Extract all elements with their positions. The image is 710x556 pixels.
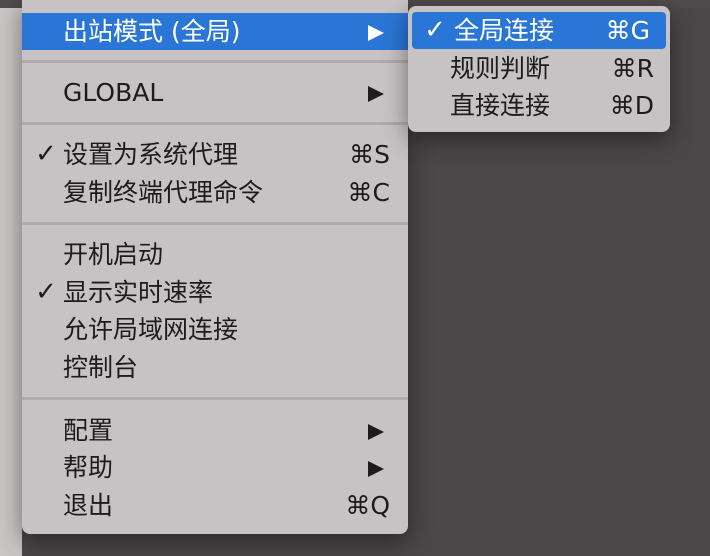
menu-item-label: 开机启动: [63, 240, 164, 269]
menu-item-label: 出站模式 (全局): [63, 17, 241, 46]
menu-item-help[interactable]: 帮助: [22, 449, 408, 486]
submenu-arrow-icon: [368, 86, 384, 102]
menu-item-start-at-login[interactable]: 开机启动: [22, 236, 408, 273]
submenu-arrow-icon: [368, 25, 384, 41]
desktop-left-edge: [0, 0, 22, 556]
menu-separator: [22, 60, 408, 63]
menu-item-label: 配置: [63, 416, 114, 445]
submenu-item-direct-connect[interactable]: 直接连接 ⌘D: [408, 87, 670, 124]
main-menu: 出站模式 (全局) GLOBAL ✓ 设置为系统代理 ⌘S 复制终端代理命令 ⌘…: [22, 0, 408, 534]
checkmark-icon: ✓: [424, 15, 446, 45]
submenu-item-rule-mode[interactable]: 规则判断 ⌘R: [408, 50, 670, 87]
menu-separator: [22, 397, 408, 400]
submenu-item-label: 直接连接: [450, 91, 551, 120]
shortcut-label: ⌘Q: [345, 491, 390, 520]
menu-item-label: 允许局域网连接: [63, 315, 239, 344]
menu-item-label: GLOBAL: [63, 78, 164, 107]
menu-item-console[interactable]: 控制台: [22, 349, 408, 386]
shortcut-label: ⌘G: [605, 16, 650, 45]
menu-item-quit[interactable]: 退出 ⌘Q: [22, 487, 408, 524]
checkmark-icon: ✓: [35, 139, 57, 169]
submenu-arrow-icon: [368, 424, 384, 440]
submenu-item-label: 全局连接: [454, 16, 555, 45]
menu-item-global[interactable]: GLOBAL: [22, 74, 408, 111]
shortcut-label: ⌘D: [609, 91, 654, 120]
shortcut-label: ⌘C: [347, 178, 390, 207]
menu-item-show-speed[interactable]: ✓ 显示实时速率: [22, 274, 408, 311]
checkmark-icon: ✓: [35, 277, 57, 307]
menu-item-label: 设置为系统代理: [63, 140, 239, 169]
menu-separator: [22, 122, 408, 125]
menu-item-copy-terminal-cmd[interactable]: 复制终端代理命令 ⌘C: [22, 174, 408, 211]
menu-item-label: 控制台: [63, 353, 139, 382]
submenu-item-label: 规则判断: [450, 54, 551, 83]
menu-item-label: 帮助: [63, 453, 114, 482]
menu-item-label: 复制终端代理命令: [63, 178, 264, 207]
submenu-arrow-icon: [368, 461, 384, 477]
submenu-item-global-connect[interactable]: ✓ 全局连接 ⌘G: [412, 12, 666, 49]
menu-item-outbound-mode[interactable]: 出站模式 (全局): [22, 13, 408, 50]
menu-separator: [22, 222, 408, 225]
outbound-mode-submenu: ✓ 全局连接 ⌘G 规则判断 ⌘R 直接连接 ⌘D: [408, 6, 670, 132]
menu-item-allow-lan[interactable]: 允许局域网连接: [22, 311, 408, 348]
menu-item-config[interactable]: 配置: [22, 412, 408, 449]
menu-item-label: 退出: [63, 491, 114, 520]
shortcut-label: ⌘S: [349, 140, 390, 169]
menu-item-label: 显示实时速率: [63, 278, 214, 307]
menu-item-set-system-proxy[interactable]: ✓ 设置为系统代理 ⌘S: [22, 136, 408, 173]
shortcut-label: ⌘R: [611, 54, 654, 83]
